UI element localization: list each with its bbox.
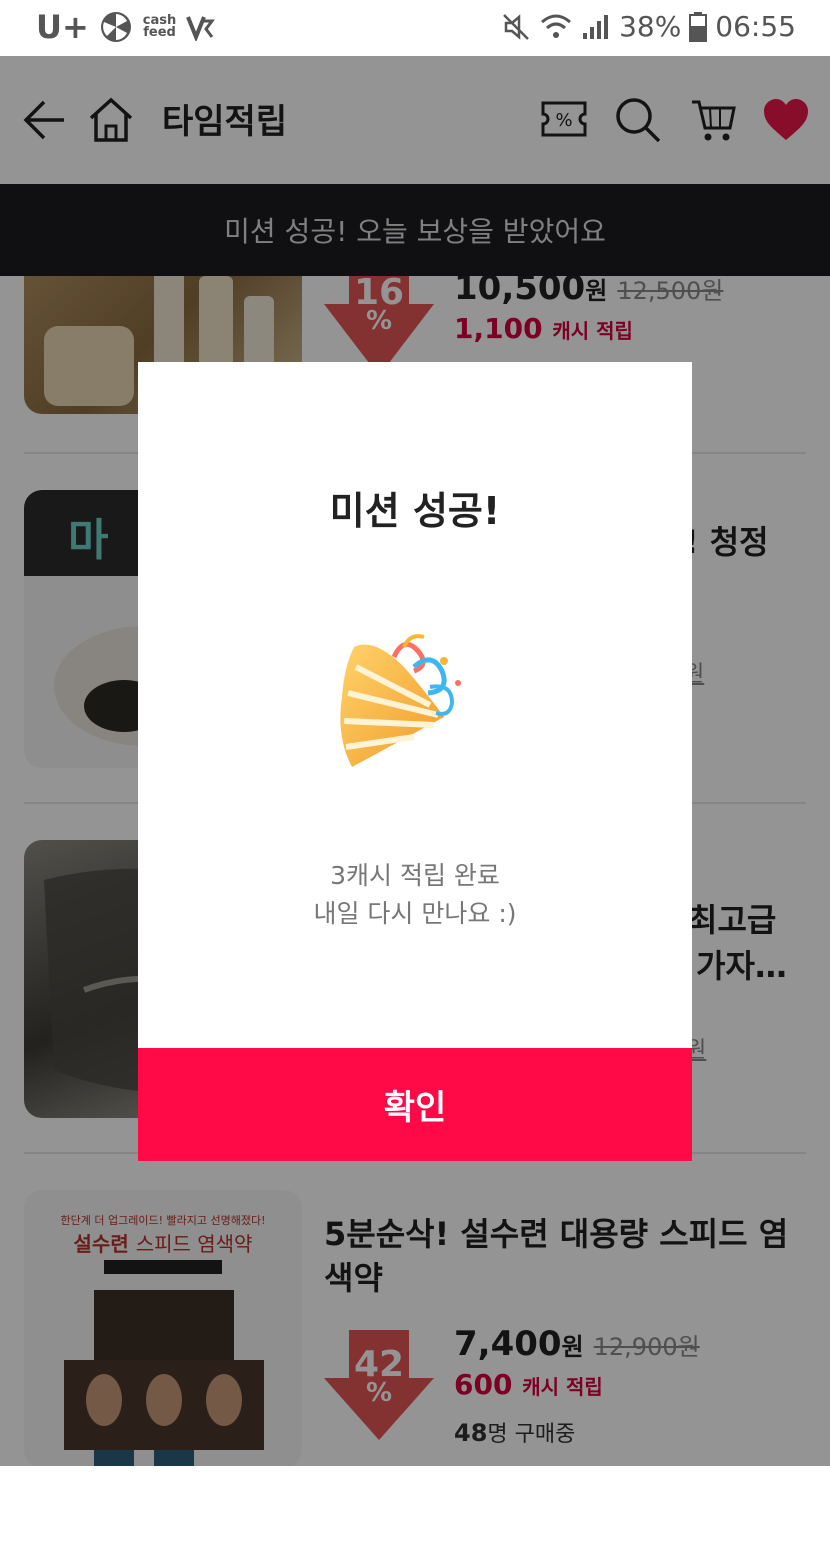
bottom-area	[0, 1466, 830, 1563]
battery-percent: 38%	[619, 10, 682, 43]
battery-icon	[689, 11, 708, 42]
mute-icon	[503, 13, 529, 40]
signal-icon	[583, 14, 609, 39]
v3-icon	[186, 16, 216, 41]
status-bar: U+ cash feed 38% 06:55	[0, 0, 830, 56]
cashfeed-logo: cash feed	[142, 13, 177, 40]
confirm-button[interactable]: 확인	[138, 1048, 692, 1161]
dialog-message-line1: 3캐시 적립 완료	[330, 861, 500, 890]
wifi-icon	[541, 14, 572, 38]
fan-icon	[100, 12, 131, 42]
mission-success-dialog: 미션 성공! 3캐시 적립 완료 내일 다시 만나요 :) 확인	[138, 362, 692, 1161]
party-popper-icon	[340, 634, 461, 767]
carrier-label: U+	[36, 8, 89, 46]
clock: 06:55	[715, 10, 796, 43]
dialog-title: 미션 성공!	[329, 489, 501, 533]
dialog-message-line2: 내일 다시 만나요 :)	[313, 899, 517, 928]
